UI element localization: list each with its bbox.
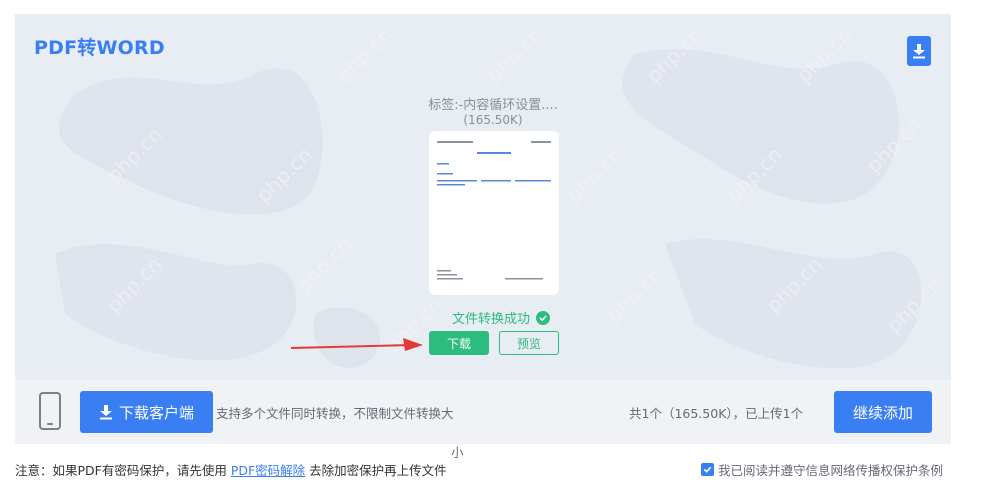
pdf-password-remove-link[interactable]: PDF密码解除	[231, 463, 305, 478]
svg-text:php.cn: php.cn	[332, 22, 397, 87]
password-notice: 注意：如果PDF有密码保护，请先使用 PDF密码解除 去除加密保护再上传文件	[15, 460, 447, 479]
file-name: 标签:-内容循环设置....	[428, 98, 558, 113]
svg-text:php.cn: php.cn	[602, 262, 667, 327]
phone-icon	[39, 392, 61, 430]
agreement: 我已阅读并遵守信息网络传播权保护条例	[701, 460, 943, 479]
download-arrow-icon	[99, 405, 112, 420]
agreement-checkbox[interactable]	[701, 463, 714, 476]
download-button[interactable]: 下载	[429, 331, 489, 355]
svg-text:php.cn: php.cn	[482, 22, 547, 87]
check-circle-icon	[536, 310, 551, 325]
notice-suffix: 去除加密保护再上传文件	[305, 463, 447, 478]
document-preview-image	[429, 131, 559, 295]
checkmark-icon	[703, 466, 712, 473]
file-size: (165.50K)	[463, 113, 523, 127]
download-icon[interactable]	[907, 36, 931, 66]
notice-prefix: 注意：如果PDF有密码保护，请先使用	[15, 463, 231, 478]
conversion-status: 文件转换成功	[452, 308, 551, 327]
status-text: 文件转换成功	[452, 312, 531, 327]
download-client-button[interactable]: 下载客户端	[80, 391, 213, 433]
svg-text:php.cn: php.cn	[562, 142, 627, 207]
preview-button[interactable]: 预览	[499, 331, 559, 355]
svg-text:php.cn: php.cn	[292, 232, 357, 297]
document-thumbnail[interactable]	[429, 131, 559, 295]
download-client-label: 下载客户端	[118, 403, 194, 422]
agreement-label: 我已阅读并遵守信息网络传播权保护条例	[718, 463, 944, 478]
bottom-toolbar: 下载客户端 支持多个文件同时转换，不限制文件转换大 小 共1个（165.50K）…	[15, 380, 951, 460]
client-description-wrap: 小	[451, 445, 464, 460]
continue-add-button[interactable]: 继续添加	[834, 391, 932, 433]
conversion-panel: php.cn php.cn php.cn php.cn php.cn php.c…	[15, 14, 951, 380]
file-count-summary: 共1个（165.50K），已上传1个	[629, 406, 804, 421]
page-title: PDF转WORD	[34, 37, 165, 59]
client-description: 支持多个文件同时转换，不限制文件转换大	[216, 406, 454, 421]
